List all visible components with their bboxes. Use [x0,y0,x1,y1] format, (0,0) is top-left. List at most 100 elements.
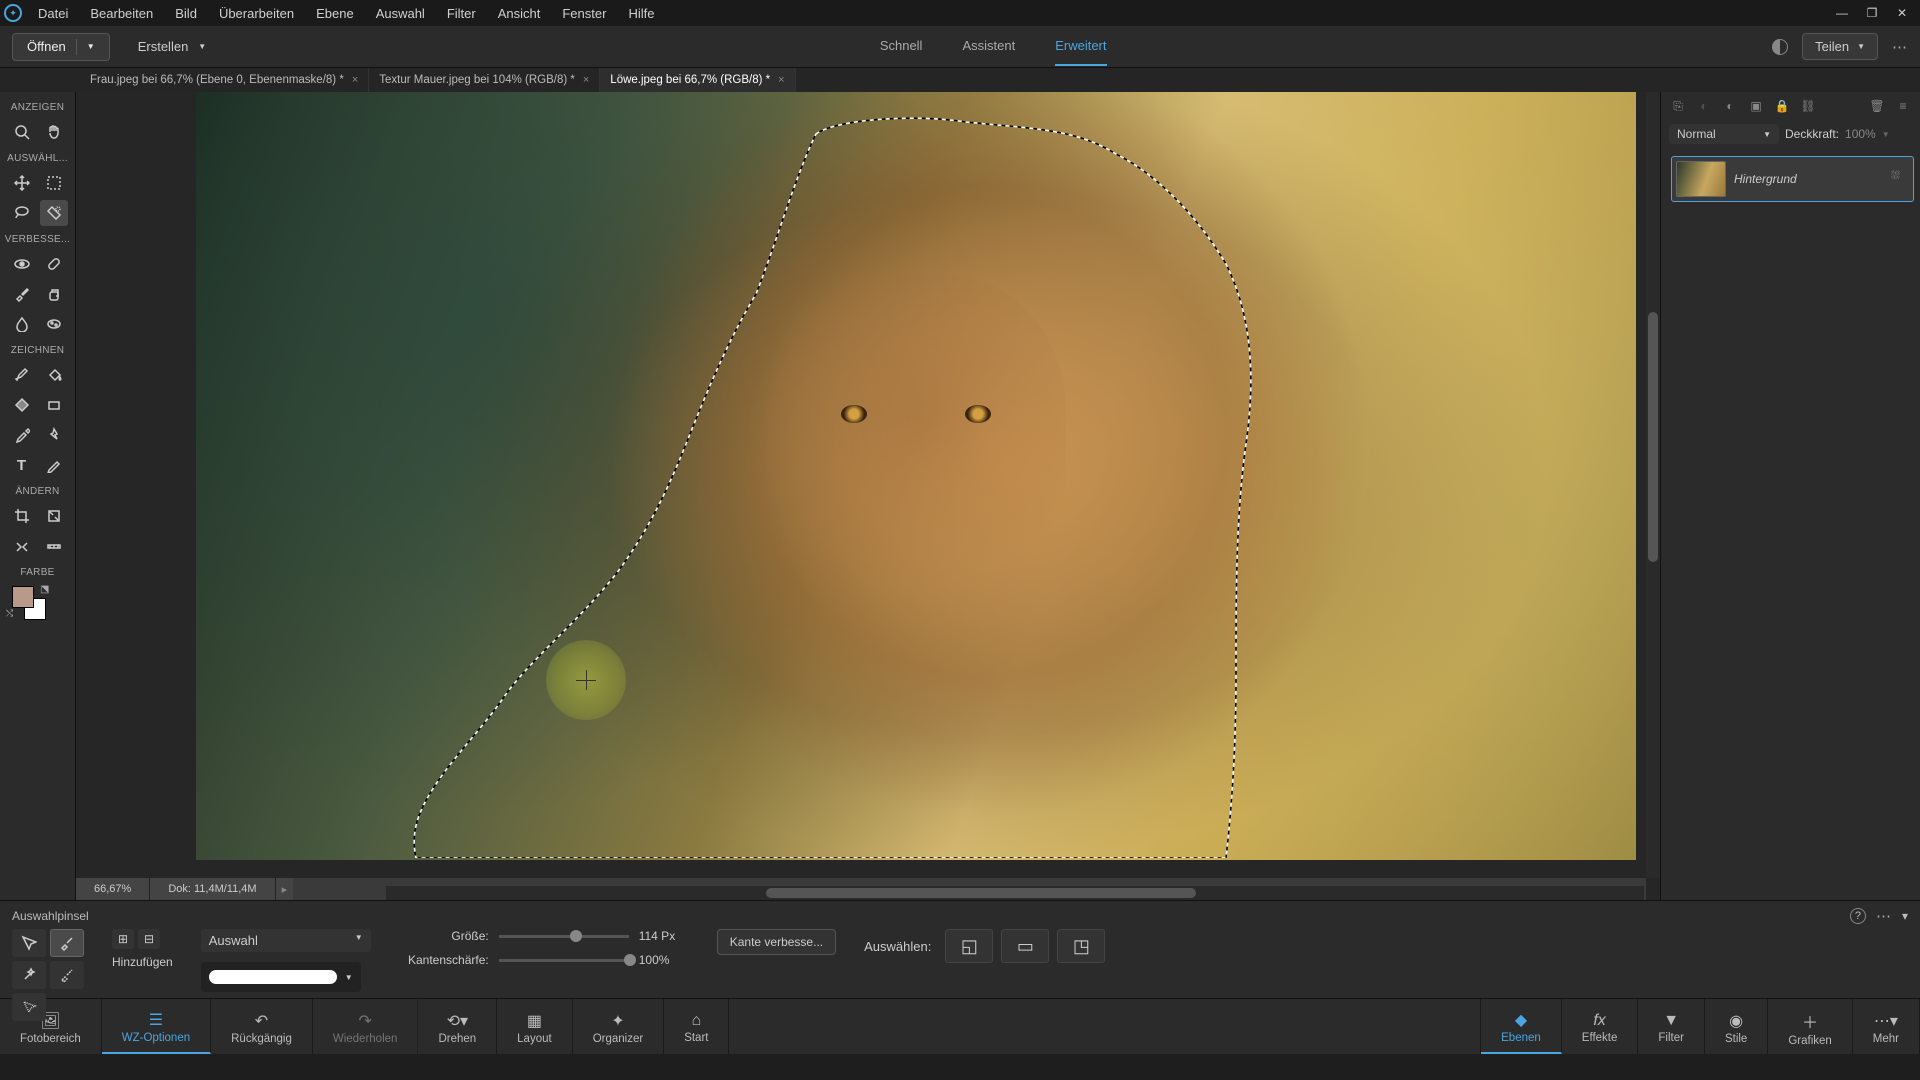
menu-layer[interactable]: Ebene [306,2,364,25]
menu-image[interactable]: Bild [165,2,207,25]
refine-brush-tool[interactable] [50,961,84,989]
auto-select-tool[interactable] [12,929,46,957]
graphics-button[interactable]: ＋Grafiken [1768,999,1852,1054]
link-icon[interactable]: ⛓ [1799,98,1817,114]
more-button[interactable]: ⋯▾Mehr [1853,999,1920,1054]
brush-tool[interactable] [8,362,36,388]
panel-menu-icon[interactable]: ≡ [1894,98,1912,114]
move-tool[interactable] [8,170,36,196]
collapse-icon[interactable]: ▾ [1902,909,1908,923]
canvas-viewport[interactable] [196,92,1636,860]
brush-preset-select[interactable]: ▼ [201,962,361,992]
menu-enhance[interactable]: Überarbeiten [209,2,304,25]
lasso-tool[interactable] [8,200,36,226]
shape-tool[interactable] [40,422,68,448]
size-slider[interactable] [499,935,629,938]
organizer-button[interactable]: ✦Organizer [573,999,665,1054]
document-tab[interactable]: Frau.jpeg bei 66,7% (Ebene 0, Ebenenmask… [80,68,369,92]
filters-button[interactable]: ▼Filter [1638,999,1705,1054]
new-fill-icon[interactable]: ▣ [1747,98,1765,114]
smart-brush-tool[interactable] [8,281,36,307]
delete-layer-icon[interactable]: 🗑 [1868,98,1886,114]
document-tab[interactable]: Löwe.jpeg bei 66,7% (RGB/8) * × [600,68,795,92]
pencil-tool[interactable] [40,452,68,478]
horizontal-scrollbar[interactable] [386,886,1644,900]
scrollbar-thumb[interactable] [1648,312,1658,562]
paint-bucket-tool[interactable] [40,362,68,388]
size-value[interactable]: 114 Px [639,929,689,943]
hand-tool[interactable] [40,119,68,145]
menu-select[interactable]: Auswahl [366,2,435,25]
vertical-scrollbar[interactable] [1646,92,1660,878]
reset-colors-icon[interactable]: ⬔ [40,584,49,595]
foreground-color-chip[interactable] [12,586,34,608]
feather-value[interactable]: 100% [639,953,689,967]
swap-colors-icon[interactable]: ⤭ [6,608,13,619]
theme-toggle-icon[interactable] [1772,39,1788,55]
docinfo-menu-icon[interactable]: ▸ [275,878,294,900]
layer-mask-icon[interactable]: ◐ [1695,98,1713,114]
document-info[interactable]: Dok: 11,4M/11,4M [149,878,274,900]
menu-window[interactable]: Fenster [552,2,616,25]
subtract-selection-icon[interactable]: ⊟ [138,929,160,949]
menu-file[interactable]: Datei [28,2,78,25]
magic-wand-tool[interactable] [12,961,46,989]
select-background-icon[interactable]: ◳ [1057,929,1105,963]
eyedropper-tool[interactable] [8,422,36,448]
home-button[interactable]: ⌂Start [664,999,729,1054]
rectangle-tool[interactable] [40,392,68,418]
menu-help[interactable]: Hilfe [618,2,664,25]
refine-edge-button[interactable]: Kante verbesse... [717,929,836,955]
lock-icon[interactable]: ⛆ [1891,170,1909,188]
sponge-tool[interactable] [40,311,68,337]
mode-guided[interactable]: Assistent [962,27,1015,66]
select-subject-icon[interactable]: ◱ [945,929,993,963]
layer-item[interactable]: Hintergrund ⛆ [1671,156,1914,202]
menu-view[interactable]: Ansicht [488,2,551,25]
marquee-tool[interactable] [40,170,68,196]
close-tab-icon[interactable]: × [352,74,358,86]
maximize-button[interactable]: ❐ [1858,3,1886,23]
slider-thumb[interactable] [624,954,636,966]
mode-quick[interactable]: Schnell [880,27,923,66]
open-button[interactable]: Öffnen ▼ [12,33,110,61]
slider-thumb[interactable] [570,930,582,942]
rotate-button[interactable]: ⟲▾Drehen [418,999,497,1054]
create-button[interactable]: Erstellen ▼ [130,33,215,61]
panel-menu-icon[interactable]: ⋯ [1876,907,1892,925]
menu-filter[interactable]: Filter [437,2,486,25]
toolopts-button[interactable]: ☰WZ-Optionen [102,999,211,1054]
undo-button[interactable]: ↶Rückgängig [211,999,313,1054]
spot-heal-tool[interactable] [40,251,68,277]
add-selection-icon[interactable]: ⊞ [112,929,134,949]
share-button[interactable]: Teilen ▼ [1802,33,1878,60]
help-icon[interactable]: ? [1850,908,1866,924]
menu-edit[interactable]: Bearbeiten [80,2,163,25]
feather-slider[interactable] [499,959,629,962]
recompose-tool[interactable] [40,503,68,529]
gradient-tool[interactable] [8,392,36,418]
crop-tool[interactable] [8,503,36,529]
blend-mode-select[interactable]: Normal ▼ [1669,124,1779,144]
adjust-layer-icon[interactable]: ◐ [1721,98,1739,114]
select-sky-icon[interactable]: ▭ [1001,929,1049,963]
opacity-value[interactable]: 100% [1845,127,1876,141]
content-move-tool[interactable] [8,533,36,559]
color-chips[interactable]: ⬔ ⤭ [0,582,46,626]
chevron-down-icon[interactable]: ▼ [1882,130,1890,139]
magic-select-tool[interactable] [12,993,46,1021]
close-tab-icon[interactable]: × [583,74,589,86]
new-layer-icon[interactable]: ⎘ [1669,98,1687,114]
more-menu-icon[interactable]: ⋯ [1892,38,1908,56]
zoom-tool[interactable] [8,119,36,145]
zoom-level[interactable]: 66,67% [76,878,149,900]
mode-select[interactable]: Auswahl ▼ [201,929,371,952]
layout-button[interactable]: ▦Layout [497,999,573,1054]
effects-button[interactable]: fxEffekte [1562,999,1639,1054]
lock-icon[interactable]: 🔒 [1773,98,1791,114]
selection-brush-tool[interactable] [50,929,84,957]
close-tab-icon[interactable]: × [778,74,784,86]
document-tab[interactable]: Textur Mauer.jpeg bei 104% (RGB/8) * × [369,68,600,92]
layers-button[interactable]: ◆Ebenen [1481,999,1562,1054]
clone-tool[interactable] [40,281,68,307]
